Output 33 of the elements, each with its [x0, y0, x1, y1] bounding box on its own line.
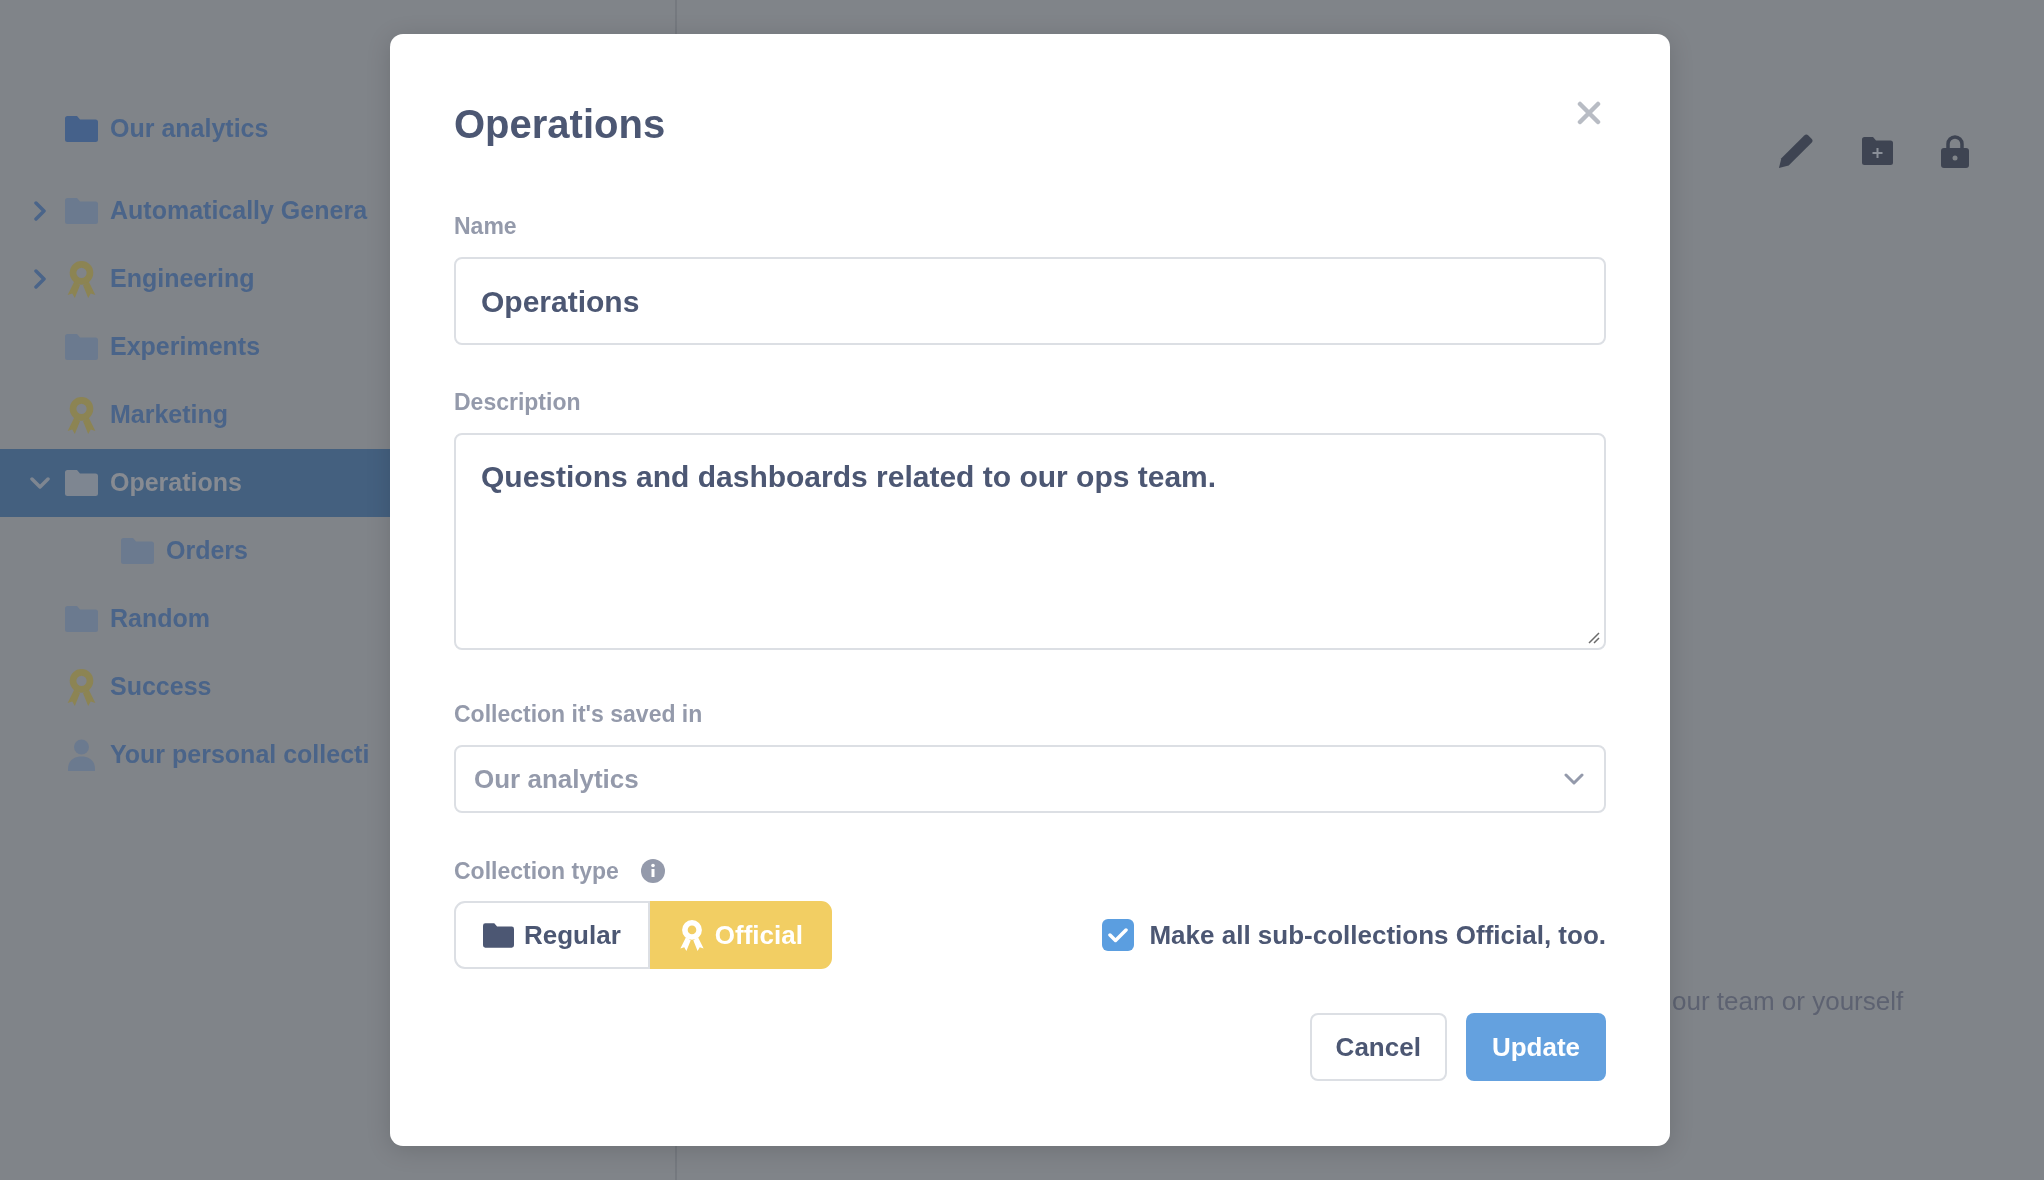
- checkbox[interactable]: [1102, 919, 1135, 951]
- collection-type-option[interactable]: Regular: [454, 901, 650, 969]
- award-badge-icon: [66, 668, 97, 706]
- chevron-right-icon[interactable]: [34, 269, 46, 289]
- field-label: Collection it's saved in: [454, 700, 704, 728]
- folder-icon: [483, 922, 514, 948]
- field-label: Collection type: [454, 857, 619, 885]
- award-badge-icon: [66, 396, 97, 434]
- pencil-icon[interactable]: [1777, 132, 1814, 170]
- dropdown-select[interactable]: Our analytics: [454, 745, 1606, 813]
- award-badge-icon: [66, 260, 97, 298]
- chevron-down-icon[interactable]: [30, 477, 50, 489]
- checkbox-label[interactable]: Make all sub-collections Official, too.: [1149, 915, 1606, 955]
- resize-handle-icon[interactable]: [1586, 630, 1600, 644]
- folder-icon: [65, 470, 98, 496]
- lock-icon[interactable]: [1941, 134, 1969, 168]
- chevron-right-icon[interactable]: [34, 201, 46, 221]
- info-icon[interactable]: [640, 859, 665, 883]
- check-icon: [1108, 927, 1129, 943]
- input-field[interactable]: Operations: [454, 257, 1606, 345]
- update-button[interactable]: Update: [1465, 1013, 1606, 1081]
- field-label: Name: [454, 212, 518, 240]
- close-icon[interactable]: [1577, 101, 1601, 125]
- folder-icon: [65, 116, 98, 142]
- textarea-field[interactable]: Questions and dashboards related to our ops team.: [454, 433, 1606, 650]
- chevron-down-icon: [1564, 773, 1584, 785]
- dialog-title: Operations: [454, 101, 666, 148]
- field-label: Description: [454, 388, 582, 416]
- folder-plus-icon[interactable]: [1862, 137, 1893, 165]
- sidebar-item[interactable]: Operations: [65, 464, 242, 502]
- collection-type-option[interactable]: Official: [649, 901, 832, 969]
- cancel-button[interactable]: Cancel: [1309, 1013, 1447, 1081]
- award-badge-icon: [678, 919, 705, 951]
